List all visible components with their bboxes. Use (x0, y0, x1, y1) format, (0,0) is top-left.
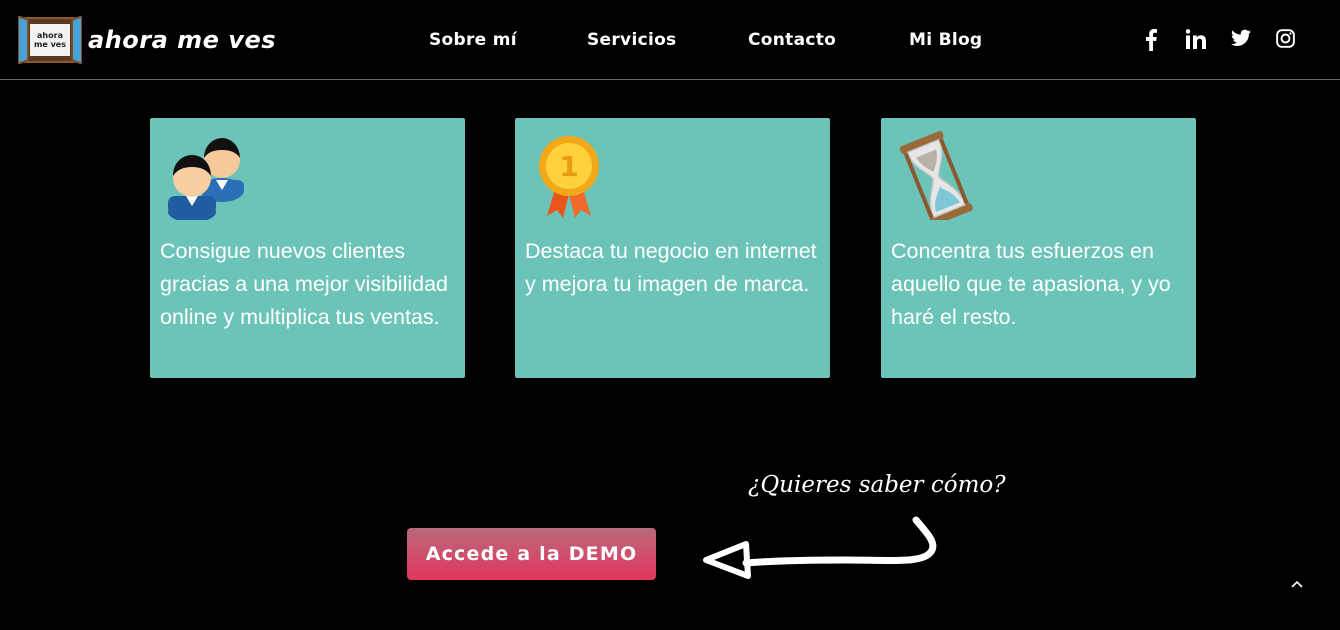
brand-name[interactable]: ahora me ves (88, 26, 276, 54)
site-logo[interactable]: ahora me ves ahora me ves (18, 16, 276, 64)
window-logo-icon: ahora me ves (18, 16, 82, 64)
cta-question: ¿Quieres saber cómo? (748, 472, 1006, 498)
twitter-icon[interactable] (1231, 29, 1251, 47)
facebook-icon[interactable] (1144, 29, 1158, 51)
logo-window-text-2: me ves (34, 40, 66, 49)
feature-card-time: Concentra tus esfuerzos en aquello que t… (881, 118, 1196, 378)
nav-link-mi-blog[interactable]: Mi Blog (909, 30, 982, 50)
linkedin-icon[interactable] (1186, 29, 1206, 49)
hand-drawn-arrow-icon (703, 516, 937, 579)
hourglass-icon (899, 130, 973, 220)
medal-number: 1 (559, 150, 578, 183)
site-header: ahora me ves ahora me ves Sobre mí Servi… (0, 0, 1340, 80)
feature-card-brand: 1 Destaca tu negocio en internet y mejor… (515, 118, 830, 378)
instagram-icon[interactable] (1276, 29, 1295, 48)
medal-icon: 1 (539, 136, 599, 218)
logo-window-text-1: ahora (37, 31, 63, 40)
card-text: Destaca tu negocio en internet y mejora … (525, 239, 817, 296)
card-text: Concentra tus esfuerzos en aquello que t… (891, 239, 1171, 329)
nav-link-sobre-mi[interactable]: Sobre mí (429, 30, 517, 50)
access-demo-button[interactable]: Accede a la DEMO (407, 528, 656, 580)
nav-link-contacto[interactable]: Contacto (748, 30, 836, 50)
nav-link-servicios[interactable]: Servicios (587, 30, 676, 50)
card-text: Consigue nuevos clientes gracias a una m… (160, 239, 449, 329)
scroll-to-top-icon[interactable] (1287, 574, 1307, 594)
feature-card-clients: Consigue nuevos clientes gracias a una m… (150, 118, 465, 378)
users-icon (168, 138, 244, 220)
